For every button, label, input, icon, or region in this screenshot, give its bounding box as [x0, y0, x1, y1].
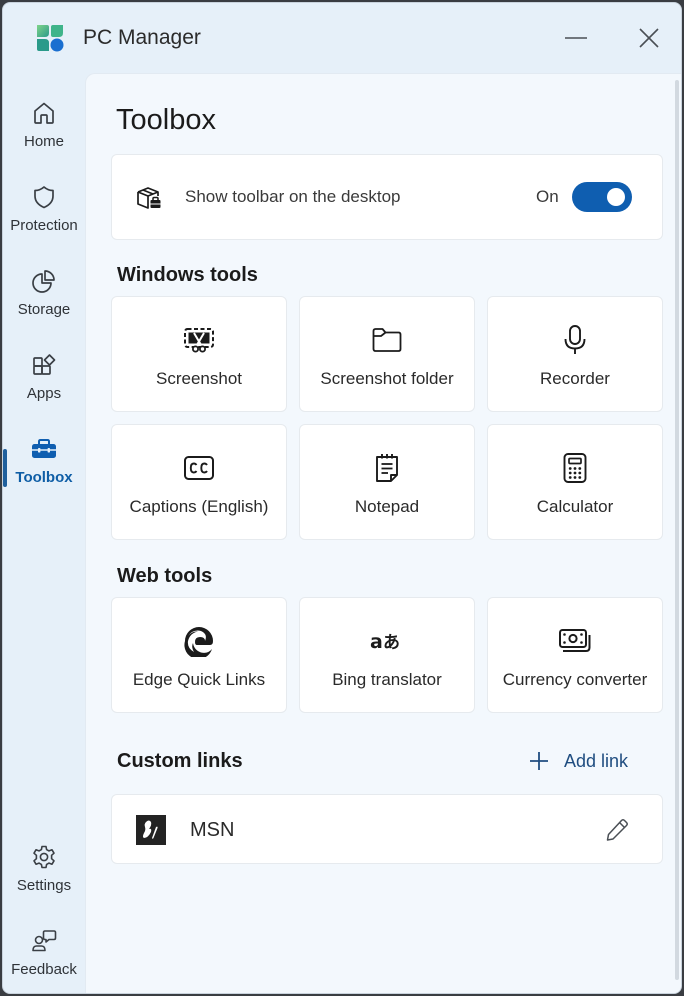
- tool-edge-quick-links[interactable]: Edge Quick Links: [111, 597, 287, 713]
- custom-links-heading: Custom links: [117, 750, 243, 772]
- sidebar-item-settings[interactable]: Settings: [3, 831, 85, 911]
- tool-label: Currency converter: [502, 670, 648, 689]
- money-icon: [488, 624, 662, 658]
- tool-label: Bing translator: [332, 670, 442, 689]
- minimize-icon: [565, 37, 587, 39]
- vertical-scrollbar[interactable]: [675, 80, 679, 980]
- apps-icon: [30, 351, 58, 379]
- plus-icon: [530, 752, 548, 770]
- tool-label: Screenshot: [156, 369, 242, 388]
- home-icon: [30, 99, 58, 127]
- tool-recorder[interactable]: Recorder: [487, 296, 663, 412]
- tool-label: Calculator: [536, 497, 614, 516]
- show-toolbar-toggle[interactable]: [572, 182, 632, 212]
- sidebar-item-label: Feedback: [11, 961, 77, 978]
- title-bar: PC Manager: [3, 3, 681, 73]
- msn-logo-icon: [136, 815, 166, 845]
- gear-icon: [30, 843, 58, 871]
- tool-label: Captions (English): [129, 497, 269, 516]
- tool-label: Edge Quick Links: [132, 670, 266, 689]
- pie-chart-icon: [30, 267, 58, 295]
- pc-manager-logo-icon: [37, 25, 64, 52]
- sidebar-item-feedback[interactable]: Feedback: [3, 915, 85, 993]
- tool-label: Screenshot folder: [320, 369, 454, 388]
- feedback-icon: [30, 927, 58, 955]
- page-title: Toolbox: [116, 104, 216, 136]
- web-tools-heading: Web tools: [117, 565, 213, 587]
- notepad-icon: [300, 451, 474, 485]
- svg-text:a: a: [370, 631, 383, 653]
- edit-pencil-icon[interactable]: [604, 817, 630, 843]
- windows-tools-heading: Windows tools: [117, 264, 258, 286]
- active-indicator: [3, 449, 7, 487]
- tool-currency-converter[interactable]: Currency converter: [487, 597, 663, 713]
- sidebar-nav: Home Protection Storage Apps Toolbox Set…: [3, 87, 85, 993]
- sidebar-item-label: Settings: [16, 877, 72, 894]
- toolbar-box-icon: [137, 187, 161, 209]
- minimize-button[interactable]: [556, 21, 596, 55]
- sidebar-item-toolbox[interactable]: Toolbox: [3, 423, 85, 503]
- show-toolbar-label: Show toolbar on the desktop: [185, 187, 401, 206]
- sidebar-item-apps[interactable]: Apps: [3, 339, 85, 419]
- close-icon: [639, 28, 659, 48]
- closed-captions-icon: [112, 451, 286, 485]
- tool-captions[interactable]: Captions (English): [111, 424, 287, 540]
- sidebar-item-storage[interactable]: Storage: [3, 255, 85, 335]
- tool-calculator[interactable]: Calculator: [487, 424, 663, 540]
- sidebar-item-label: Storage: [17, 301, 71, 318]
- tool-notepad[interactable]: Notepad: [299, 424, 475, 540]
- microphone-icon: [488, 323, 662, 357]
- calculator-icon: [488, 451, 662, 485]
- edge-icon: [112, 624, 286, 658]
- toolbox-page: Toolbox Show toolbar on the desktop On W…: [85, 73, 681, 993]
- folder-icon: [300, 323, 474, 357]
- sidebar-item-label: Toolbox: [15, 469, 73, 486]
- sidebar-item-label: Protection: [10, 217, 78, 234]
- sidebar-item-label: Apps: [26, 385, 62, 402]
- close-button[interactable]: [629, 21, 669, 55]
- translate-icon: a あ: [300, 624, 474, 658]
- custom-link-label: MSN: [190, 819, 235, 841]
- tool-screenshot-folder[interactable]: Screenshot folder: [299, 296, 475, 412]
- add-link-button[interactable]: Add link: [528, 750, 628, 772]
- toggle-state-label: On: [536, 187, 559, 206]
- pc-manager-window: PC Manager Home Protection Storage Apps …: [2, 2, 682, 994]
- screenshot-snip-icon: [112, 323, 286, 357]
- app-title: PC Manager: [83, 26, 201, 49]
- tool-label: Notepad: [354, 497, 420, 516]
- custom-link-item[interactable]: MSN: [111, 794, 663, 864]
- toggle-knob: [607, 188, 625, 206]
- show-toolbar-setting: Show toolbar on the desktop On: [111, 154, 663, 240]
- svg-text:あ: あ: [383, 633, 400, 653]
- shield-icon: [30, 183, 58, 211]
- tool-bing-translator[interactable]: a あ Bing translator: [299, 597, 475, 713]
- sidebar-item-home[interactable]: Home: [3, 87, 85, 167]
- tool-label: Recorder: [540, 369, 610, 388]
- toolbox-icon: [30, 435, 58, 463]
- add-link-label: Add link: [564, 750, 629, 771]
- tool-screenshot[interactable]: Screenshot: [111, 296, 287, 412]
- sidebar-item-label: Home: [23, 133, 64, 150]
- sidebar-item-protection[interactable]: Protection: [3, 171, 85, 251]
